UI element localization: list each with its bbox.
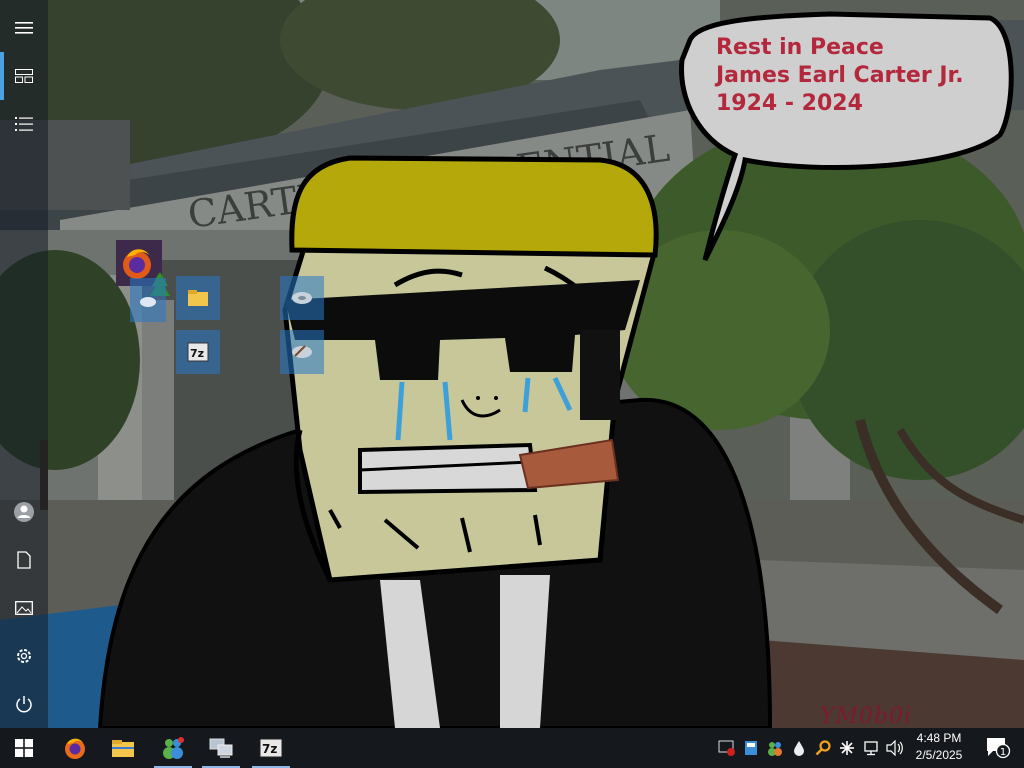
tile-file-explorer[interactable] (176, 276, 220, 320)
network-icon (864, 741, 878, 756)
action-center-button[interactable]: 1 (978, 728, 1018, 768)
tile-disk-cleanup[interactable] (280, 330, 324, 374)
tiles-icon (15, 69, 33, 83)
pictures-button[interactable] (0, 586, 48, 630)
pictures-icon (15, 601, 33, 615)
taskbar-messenger[interactable] (150, 728, 196, 768)
security-alert-tray[interactable] (718, 738, 736, 758)
desktop: CARTER PRESIDENTIAL (0, 0, 1024, 728)
clock[interactable]: 4:48 PM 2/5/2025 (904, 730, 974, 764)
power-button[interactable] (0, 682, 48, 726)
all-apps-button[interactable] (0, 102, 48, 146)
taskbar-7zip[interactable]: 7z (248, 728, 294, 768)
tile-7zip[interactable]: 7z (176, 330, 220, 374)
weather-icon (140, 297, 156, 307)
removable-drive-tray[interactable] (742, 738, 760, 758)
asterisk-icon (840, 741, 854, 755)
clock-time: 4:48 PM (916, 731, 962, 745)
start-button[interactable] (0, 728, 48, 768)
water-drop-icon (794, 741, 804, 756)
security-alert-icon (718, 740, 735, 756)
7zip-icon: 7z (259, 738, 283, 758)
taskbar-firefox[interactable] (52, 728, 98, 768)
svg-text:7z: 7z (190, 347, 204, 360)
taskbar-file-explorer[interactable] (100, 728, 146, 768)
list-icon (15, 117, 33, 131)
start-menu-rail (0, 0, 48, 728)
document-icon (17, 551, 31, 569)
folder-icon (188, 290, 208, 306)
hamburger-icon (15, 22, 33, 34)
watermark: YM0b0i (820, 704, 913, 728)
gear-icon (17, 649, 31, 663)
bubble-line-3: 1924 - 2024 (716, 91, 863, 116)
volume-tray[interactable] (886, 738, 904, 758)
network-tray[interactable] (862, 738, 880, 758)
volume-icon (886, 740, 903, 756)
user-icon (14, 502, 34, 522)
folder-icon (112, 740, 134, 757)
network-computers-icon (209, 738, 233, 758)
power-icon (16, 696, 32, 713)
messenger-tray-icon (768, 742, 782, 756)
removable-drive-icon (745, 741, 757, 755)
clock-date: 2/5/2025 (915, 748, 963, 762)
svg-text:7z: 7z (262, 742, 277, 756)
search-magnifier-tray[interactable] (814, 738, 832, 758)
taskbar-network[interactable] (198, 728, 244, 768)
bubble-line-1: Rest in Peace (716, 35, 884, 60)
7zip-icon: 7z (187, 342, 209, 362)
settings-button[interactable] (0, 634, 48, 678)
disk-icon (292, 292, 312, 304)
disk-cleanup-icon (292, 345, 312, 358)
account-button[interactable] (0, 490, 48, 534)
pinned-tiles-button[interactable] (0, 54, 48, 98)
bubble-line-2: James Earl Carter Jr. (716, 63, 964, 88)
expand-button[interactable] (0, 6, 48, 50)
taskbar: 7z 4:48 PM 2/5/2025 1 (0, 728, 1024, 768)
firefox-icon (65, 738, 85, 759)
tile-disk-utility[interactable] (280, 276, 324, 320)
documents-button[interactable] (0, 538, 48, 582)
water-drop-tray[interactable] (790, 738, 808, 758)
asterisk-tray[interactable] (838, 738, 856, 758)
windows-logo-icon (15, 739, 33, 757)
messenger-tray[interactable] (766, 738, 784, 758)
speech-bubble-text: Rest in Peace James Earl Carter Jr. 1924… (716, 34, 1006, 118)
notification-icon: 1 (987, 738, 1011, 759)
messenger-icon (163, 737, 184, 759)
search-magnifier-icon (815, 740, 831, 756)
notification-count: 1 (1000, 747, 1006, 758)
tile-weather[interactable] (130, 278, 166, 322)
